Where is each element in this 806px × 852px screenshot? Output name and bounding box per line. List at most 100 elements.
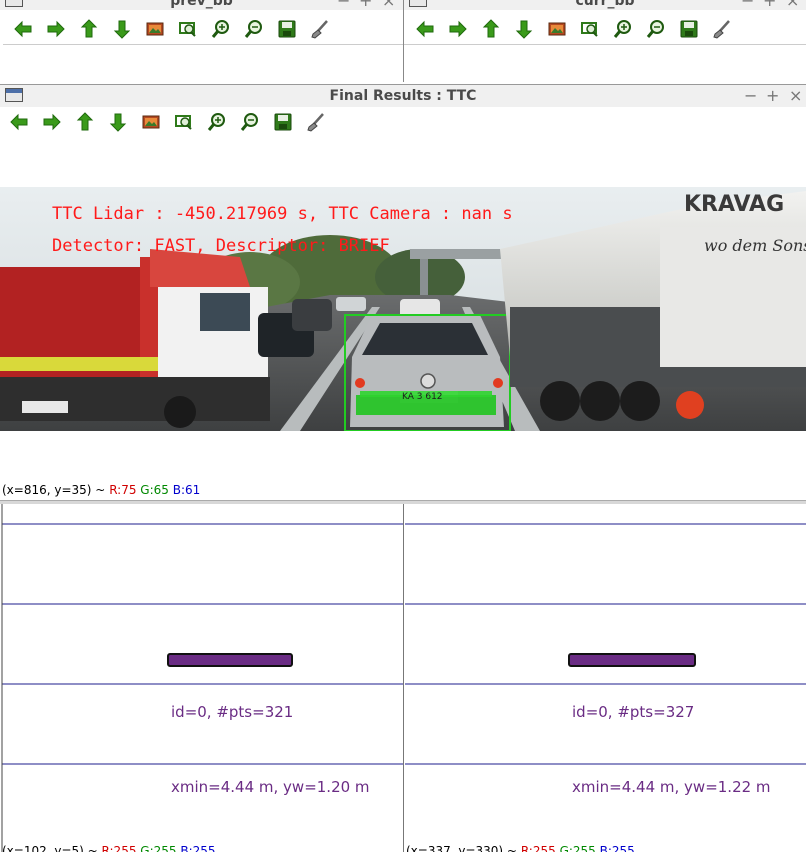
arrow-down-button[interactable] bbox=[105, 110, 131, 134]
pixel-blue-value: B:61 bbox=[172, 483, 201, 497]
maximize-button[interactable]: + bbox=[763, 0, 776, 10]
arrow-down-button[interactable] bbox=[511, 17, 537, 41]
arrow-up-button[interactable] bbox=[76, 17, 102, 41]
zoom-fit-button[interactable] bbox=[577, 17, 603, 41]
zoom-in-button[interactable] bbox=[208, 17, 234, 41]
cursor-coords: (x=816, y=35) ~ bbox=[2, 483, 106, 497]
topview-right-status-bar: (x=337, y=330) ~ R:255 G:255 B:255 bbox=[406, 844, 635, 852]
ttc-result-text: TTC Lidar : -450.217969 s, TTC Camera : … bbox=[52, 204, 513, 224]
image-icon bbox=[146, 22, 164, 36]
zoom-out-button[interactable] bbox=[643, 17, 669, 41]
topview-right-window: id=0, #pts=327 xmin=4.44 m, yw=1.22 m (x… bbox=[405, 504, 806, 852]
zoom-fit-button[interactable] bbox=[171, 110, 197, 134]
maximize-button[interactable]: + bbox=[359, 0, 372, 10]
brush-button[interactable] bbox=[307, 17, 333, 41]
lidar-cluster bbox=[167, 653, 293, 667]
arrow-right-button[interactable] bbox=[43, 17, 69, 41]
arrow-up-button[interactable] bbox=[478, 17, 504, 41]
arrow-left-icon bbox=[416, 20, 434, 38]
zoom-out-button[interactable] bbox=[237, 110, 263, 134]
image-button[interactable] bbox=[544, 17, 570, 41]
close-button[interactable]: × bbox=[382, 0, 395, 10]
maximize-button[interactable]: + bbox=[766, 85, 779, 107]
zoom-in-button[interactable] bbox=[204, 110, 230, 134]
cursor-coords: (x=337, y=330) ~ bbox=[406, 844, 517, 852]
zoom-fit-button[interactable] bbox=[175, 17, 201, 41]
window-title: Final Results : TTC bbox=[329, 88, 477, 104]
arrow-down-icon bbox=[109, 113, 127, 132]
close-button[interactable]: × bbox=[789, 85, 802, 107]
minimize-button[interactable]: − bbox=[337, 0, 350, 10]
prev-bb-image-area bbox=[3, 44, 403, 82]
save-button[interactable] bbox=[270, 110, 296, 134]
arrow-up-icon bbox=[482, 19, 500, 38]
curr-bb-toolbar bbox=[404, 17, 806, 45]
arrow-up-icon bbox=[76, 112, 94, 131]
brush-icon bbox=[311, 20, 328, 39]
arrow-right-button[interactable] bbox=[445, 17, 471, 41]
zoom-fit-icon bbox=[179, 22, 196, 37]
zoom-out-icon bbox=[646, 20, 664, 38]
arrow-right-button[interactable] bbox=[39, 110, 65, 134]
arrow-left-icon bbox=[10, 113, 28, 131]
arrow-left-button[interactable] bbox=[6, 110, 32, 134]
save-button[interactable] bbox=[676, 17, 702, 41]
brush-icon bbox=[307, 113, 324, 132]
prev-bb-window: prev_bb − + × bbox=[0, 0, 404, 82]
prev-bb-titlebar[interactable]: prev_bb − + × bbox=[0, 0, 403, 10]
license-plate-text: KA 3 612 bbox=[402, 392, 443, 402]
final-results-window: Final Results : TTC − + × KA 3 612 KRAVA… bbox=[0, 84, 806, 502]
topview-left-window: id=0, #pts=321 xmin=4.44 m, yw=1.20 m (x… bbox=[0, 504, 404, 852]
pixel-green-value: G:255 bbox=[140, 844, 177, 852]
cursor-coords: (x=102, y=5) ~ bbox=[2, 844, 98, 852]
arrow-up-icon bbox=[80, 19, 98, 38]
zoom-out-button[interactable] bbox=[241, 17, 267, 41]
zoom-in-icon bbox=[613, 20, 631, 38]
final-results-toolbar bbox=[0, 110, 806, 138]
arrow-down-icon bbox=[113, 20, 131, 39]
prev-bb-toolbar bbox=[0, 17, 403, 45]
image-icon bbox=[142, 115, 160, 129]
image-button[interactable] bbox=[142, 17, 168, 41]
arrow-down-button[interactable] bbox=[109, 17, 135, 41]
brush-button[interactable] bbox=[709, 17, 735, 41]
final-results-status-bar: (x=816, y=35) ~ R:75 G:65 B:61 bbox=[2, 483, 200, 497]
detector-descriptor-text: Detector: FAST, Descriptor: BRIEF bbox=[52, 236, 390, 256]
zoom-in-button[interactable] bbox=[610, 17, 636, 41]
arrow-up-button[interactable] bbox=[72, 110, 98, 134]
cluster-id-label: id=0, #pts=327 bbox=[572, 703, 694, 721]
svg-text:KRAVAG: KRAVAG bbox=[684, 192, 784, 217]
cluster-id-label: id=0, #pts=321 bbox=[171, 703, 293, 721]
zoom-fit-icon bbox=[581, 22, 598, 37]
camera-image: KA 3 612 KRAVAG wo dem Sons TTC Lidar : … bbox=[0, 187, 806, 431]
final-results-titlebar[interactable]: Final Results : TTC − + × bbox=[0, 85, 806, 107]
pixel-green-value: G:65 bbox=[140, 483, 169, 497]
pixel-green-value: G:255 bbox=[559, 844, 596, 852]
save-icon bbox=[274, 113, 292, 131]
minimize-button[interactable]: − bbox=[741, 0, 754, 10]
image-icon bbox=[548, 22, 566, 36]
close-button[interactable]: × bbox=[786, 0, 799, 10]
svg-text:wo dem Sons: wo dem Sons bbox=[704, 236, 806, 255]
lidar-cluster bbox=[568, 653, 696, 667]
brush-icon bbox=[713, 20, 730, 39]
arrow-left-icon bbox=[14, 20, 32, 38]
zoom-fit-icon bbox=[175, 115, 192, 130]
pixel-red-value: R:75 bbox=[109, 483, 137, 497]
image-button[interactable] bbox=[138, 110, 164, 134]
brush-button[interactable] bbox=[303, 110, 329, 134]
save-icon bbox=[680, 20, 698, 38]
topview-right-canvas: id=0, #pts=327 xmin=4.44 m, yw=1.22 m bbox=[405, 504, 806, 852]
zoom-out-icon bbox=[244, 20, 262, 38]
arrow-left-button[interactable] bbox=[10, 17, 36, 41]
curr-bb-image-area bbox=[404, 44, 806, 82]
arrow-right-icon bbox=[43, 113, 61, 131]
pixel-blue-value: B:255 bbox=[180, 844, 216, 852]
topview-left-status-bar: (x=102, y=5) ~ R:255 G:255 B:255 bbox=[2, 844, 216, 852]
curr-bb-titlebar[interactable]: curr_bb − + × bbox=[404, 0, 806, 10]
arrow-left-button[interactable] bbox=[412, 17, 438, 41]
zoom-in-icon bbox=[211, 20, 229, 38]
minimize-button[interactable]: − bbox=[744, 85, 757, 107]
save-icon bbox=[278, 20, 296, 38]
save-button[interactable] bbox=[274, 17, 300, 41]
